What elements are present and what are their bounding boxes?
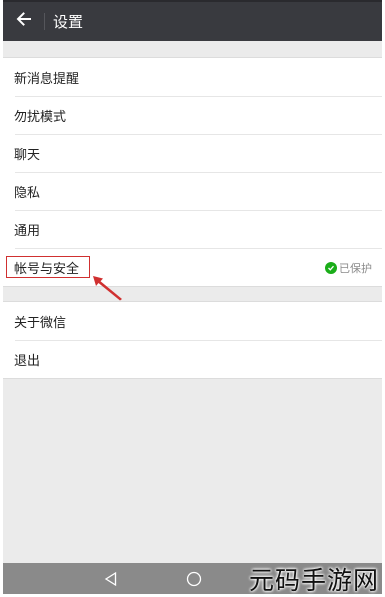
circle-home-icon[interactable]: [186, 571, 202, 591]
back-button[interactable]: [11, 8, 37, 34]
arrow-left-icon: [16, 11, 32, 31]
settings-item-do-not-disturb[interactable]: 勿扰模式: [3, 96, 382, 134]
top-bar: 设置: [3, 0, 382, 41]
settings-group-secondary: 关于微信 退出: [3, 301, 382, 379]
header-divider: [44, 13, 45, 30]
settings-item-general[interactable]: 通用: [3, 210, 382, 248]
item-label: 退出: [14, 353, 41, 369]
protection-status-text: 已保护: [339, 262, 372, 275]
settings-item-logout[interactable]: 退出: [3, 340, 382, 378]
settings-item-chat[interactable]: 聊天: [3, 134, 382, 172]
site-watermark: 元码手游网: [248, 563, 379, 595]
item-label: 通用: [14, 223, 41, 239]
settings-item-privacy[interactable]: 隐私: [3, 172, 382, 210]
shield-check-icon: [325, 262, 337, 274]
watermark-text: 元码手游网: [248, 565, 379, 595]
item-label: 聊天: [14, 147, 41, 163]
item-label: 隐私: [14, 185, 41, 201]
item-label: 勿扰模式: [14, 109, 67, 125]
protection-status: 已保护: [325, 260, 372, 276]
annotation-arrow-icon: [91, 274, 125, 306]
phone-screen: 设置 新消息提醒 勿扰模式 聊天 隐私 通用 帐号与安全 已保护 关于微信 退出: [3, 0, 382, 594]
item-label: 关于微信: [14, 315, 67, 331]
settings-group-main: 新消息提醒 勿扰模式 聊天 隐私 通用 帐号与安全 已保护: [3, 57, 382, 287]
settings-item-new-message-alert[interactable]: 新消息提醒: [3, 58, 382, 96]
page-title: 设置: [53, 13, 84, 31]
triangle-back-icon[interactable]: [103, 571, 119, 591]
annotation-highlight-box: [6, 256, 90, 278]
item-label: 新消息提醒: [14, 71, 80, 87]
settings-item-about-wechat[interactable]: 关于微信: [3, 302, 382, 340]
